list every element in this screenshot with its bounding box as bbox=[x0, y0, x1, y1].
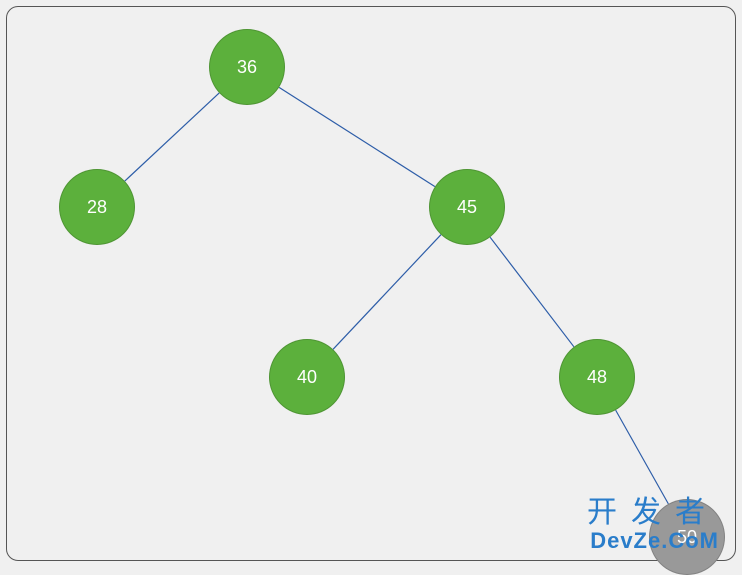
tree-node-label: 45 bbox=[457, 197, 477, 218]
tree-edge bbox=[333, 235, 441, 350]
tree-edge bbox=[279, 87, 435, 186]
tree-edge bbox=[616, 410, 669, 504]
diagram-canvas: 362845404850 开发者 DevZe.CoM bbox=[6, 6, 736, 561]
tree-edge bbox=[125, 93, 219, 181]
tree-node-label: 48 bbox=[587, 367, 607, 388]
tree-node-label: 40 bbox=[297, 367, 317, 388]
tree-node-label: 50 bbox=[677, 527, 697, 548]
tree-node-45: 45 bbox=[429, 169, 505, 245]
tree-node-40: 40 bbox=[269, 339, 345, 415]
tree-node-28: 28 bbox=[59, 169, 135, 245]
tree-node-label: 36 bbox=[237, 57, 257, 78]
tree-node-48: 48 bbox=[559, 339, 635, 415]
tree-node-50: 50 bbox=[649, 499, 725, 575]
tree-node-label: 28 bbox=[87, 197, 107, 218]
tree-edges bbox=[7, 7, 735, 560]
tree-edge bbox=[490, 237, 574, 347]
tree-node-36: 36 bbox=[209, 29, 285, 105]
